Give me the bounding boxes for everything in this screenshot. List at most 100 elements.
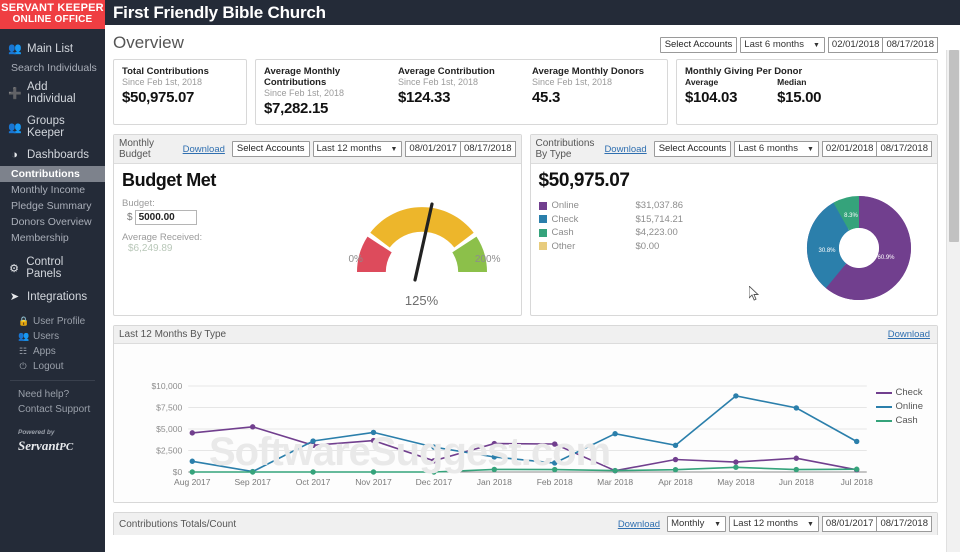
gauge-min-label: 0% [349,254,363,265]
power-icon: ⏻ [18,361,28,372]
download-link[interactable]: Download [618,519,660,530]
svg-text:Oct 2017: Oct 2017 [296,477,331,487]
svg-text:Jan 2018: Jan 2018 [477,477,512,487]
overview-date-from[interactable]: 02/01/2018 [828,37,884,53]
frequency-select[interactable]: Monthly ▼ [667,516,726,532]
panel-title: Monthly Budget [119,138,183,160]
sidebar-item-user-profile[interactable]: 🔒 User Profile [0,314,105,329]
sidebar-item-users[interactable]: 👥 Users [0,329,105,344]
apps-icon: ☷ [18,346,28,357]
panel-header: Monthly Budget Download Select Accounts … [114,135,521,164]
brand-logo[interactable]: SERVANT KEEPER ONLINE OFFICE [0,0,105,29]
dollar-sign: $ [127,212,133,223]
sidebar-item-contributions[interactable]: Contributions [0,166,105,182]
sidebar-item-control-panels[interactable]: ⚙ Control Panels [0,251,105,285]
sidebar-item-dashboards[interactable]: ◑ Dashboards [0,144,105,166]
sidebar-item-donors-overview[interactable]: Donors Overview [0,214,105,230]
need-help-link[interactable]: Need help? [0,387,105,402]
sidebar-item-label: Main List [27,43,73,55]
chevron-down-icon: ▼ [384,146,401,153]
panel-last-12-months-by-type: Last 12 Months By Type Download Software… [113,325,938,503]
rocket-icon: ➤ [8,290,21,303]
date-to[interactable]: 08/17/2018 [461,141,516,157]
range-select[interactable]: Last 12 months ▼ [729,516,819,532]
svg-text:Apr 2018: Apr 2018 [658,477,693,487]
budget-status: Budget Met [122,170,513,191]
page-title: First Friendly Bible Church [113,3,326,23]
swatch-other [539,242,547,250]
kpi-value: $7,282.15 [264,100,398,117]
kpi-subtitle: Since Feb 1st, 2018 [264,88,398,98]
kpi-avg-contribution: Average Contribution Since Feb 1st, 2018… [398,66,532,117]
app-window: SERVANT KEEPER ONLINE OFFICE 👥 Main List… [0,0,960,552]
gears-icon: ⚙ [8,262,20,275]
chevron-down-icon: ▼ [807,42,824,49]
svg-text:Jun 2018: Jun 2018 [779,477,814,487]
sidebar-dashboard-subitems: Contributions Monthly Income Pledge Summ… [0,166,105,246]
select-accounts-button[interactable]: Select Accounts [660,37,738,53]
budget-input[interactable] [135,210,197,225]
date-to[interactable]: 08/17/2018 [877,141,932,157]
donor-median-value: $15.00 [777,89,821,106]
kpi-subtitle: Since Feb 1st, 2018 [122,77,238,87]
sidebar-item-groups-keeper[interactable]: 👥 Groups Keeper [0,110,105,144]
vertical-scrollbar[interactable]: ▼ [946,50,960,552]
range-select[interactable]: Last 6 months ▼ [734,141,819,157]
sidebar-item-main-list[interactable]: 👥 Main List [0,37,105,60]
panel-contributions-by-type: Contributions By Type Download Select Ac… [530,134,939,316]
line-chart-svg: $0$2,500$5,000$7,500$10,000Aug 2017Sep 2… [114,344,937,502]
donor-values-row: Average $104.03 Median $15.00 [685,77,929,106]
servantpc-name: Servant [18,438,59,453]
sidebar-item-membership[interactable]: Membership [0,230,105,246]
donut-label-online: 60.9% [877,255,895,261]
overview-date-to[interactable]: 08/17/2018 [883,37,938,53]
download-link[interactable]: Download [604,144,646,155]
kpi-subtitle: Since Feb 1st, 2018 [398,77,532,87]
panel-header: Contributions By Type Download Select Ac… [531,135,938,164]
legend-amount: $15,714.21 [636,213,684,227]
svg-text:$10,000: $10,000 [151,381,182,391]
svg-text:Mar 2018: Mar 2018 [597,477,633,487]
monthly-budget-controls: Download Select Accounts Last 12 months … [183,141,516,157]
gauge-value-label: 125% [405,293,438,308]
range-select[interactable]: Last 12 months ▼ [313,141,403,157]
date-to[interactable]: 08/17/2018 [877,516,932,532]
legend-item-online: Online [876,400,923,414]
sidebar-item-apps[interactable]: ☷ Apps [0,344,105,359]
contact-support-link[interactable]: Contact Support [0,402,105,417]
legend-label: Online [552,199,636,213]
line-chart-area: SoftwareSuggest.com $0$2,500$5,000$7,500… [114,344,937,502]
budget-gauge-chart: 0% 200% 125% [347,192,497,302]
select-accounts-button[interactable]: Select Accounts [232,141,310,157]
sidebar-item-monthly-income[interactable]: Monthly Income [0,182,105,198]
sidebar-item-integrations[interactable]: ➤ Integrations [0,285,105,308]
legend-amount: $4,223.00 [636,226,678,240]
kpi-title: Average Monthly Donors [532,66,659,77]
sidebar-item-logout[interactable]: ⏻ Logout [0,359,105,374]
sidebar-item-pledge-summary[interactable]: Pledge Summary [0,198,105,214]
kpi-value: $124.33 [398,89,532,106]
legend-amount: $0.00 [636,240,660,254]
download-link[interactable]: Download [183,144,225,155]
brand-line-1: SERVANT KEEPER [0,3,105,15]
date-from[interactable]: 02/01/2018 [822,141,878,157]
sidebar-item-label: Integrations [27,291,87,303]
date-from[interactable]: 08/01/2017 [405,141,461,157]
brand-line-2: ONLINE OFFICE [0,15,105,26]
sidebar: SERVANT KEEPER ONLINE OFFICE 👥 Main List… [0,0,105,552]
range-value: Last 6 months [735,142,801,156]
download-link[interactable]: Download [888,329,930,340]
donor-median-label: Median [777,77,821,87]
bottom-controls: Download Monthly ▼ Last 12 months ▼ 08/0… [618,516,932,532]
panel-title: Contributions Totals/Count [119,519,236,530]
select-accounts-button[interactable]: Select Accounts [654,141,732,157]
sidebar-item-search-individuals[interactable]: Search Individuals [0,60,105,76]
scrollbar-thumb[interactable] [949,50,959,242]
overview-header: Overview Select Accounts Last 6 months ▼… [105,25,960,53]
kpi-value: $50,975.07 [122,89,238,106]
sidebar-item-add-individual[interactable]: ➕ Add Individual [0,76,105,110]
top-bar: First Friendly Bible Church [105,0,960,25]
overview-range-select[interactable]: Last 6 months ▼ [740,37,825,53]
legend-line-online [876,406,892,408]
date-from[interactable]: 08/01/2017 [822,516,878,532]
